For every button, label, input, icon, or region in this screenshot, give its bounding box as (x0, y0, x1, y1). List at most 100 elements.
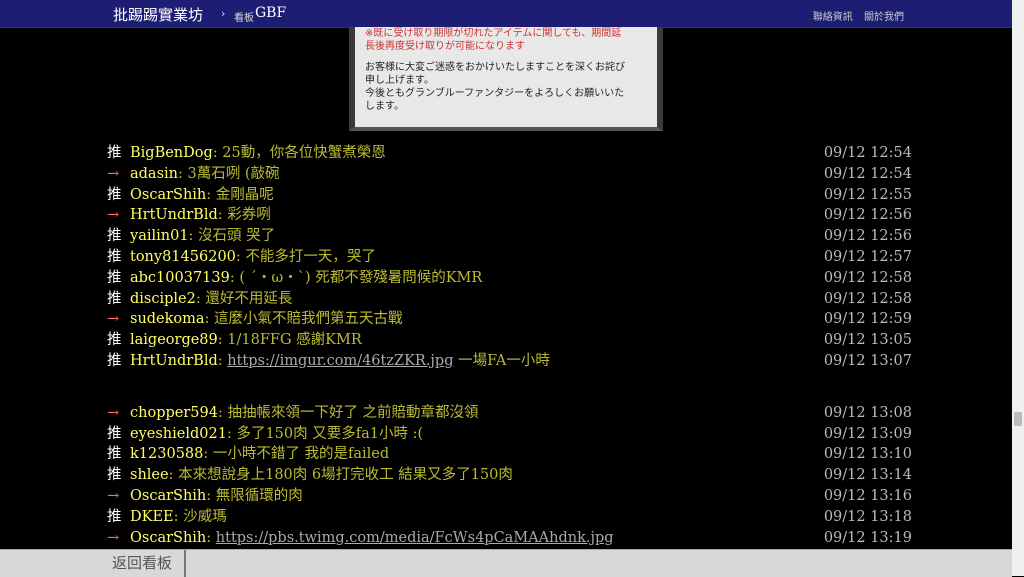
push-tag: → (107, 404, 120, 421)
push-tag: 推 (107, 290, 122, 307)
push-row: → chopper594: 抽抽帳來領一下好了 之前賠動章都沒領 09/12 13:… (107, 403, 912, 424)
push-time: 09/12 13:07 (823, 352, 912, 369)
push-tag: 推 (107, 145, 122, 161)
push-content: : ( ˊ・ω・ˋ) 死都不發殘暑問候的KMR (230, 270, 482, 286)
push-user: OscarShih (130, 186, 207, 203)
push-user: BigBenDog (130, 145, 213, 161)
push-link[interactable]: https://imgur.com/46tzZKR.jpg (227, 353, 453, 369)
push-content-text: : 金剛晶呢 (206, 186, 274, 203)
push-content-text: : 多了150肉 又要多fa1小時 :( (226, 425, 424, 442)
push-content: : 這麼小氣不賠我們第五天古戰 (205, 311, 403, 327)
top-bar: 批踢踢實業坊 › 看板 GBF 聯絡資訊 關於我們 (0, 0, 1012, 28)
push-row: 推 OscarShih: 金剛晶呢 09/12 12:55 (107, 185, 912, 206)
push-row: 推 laigeorge89: 1/18FFG 感謝KMR 09/12 13:05 (107, 330, 912, 351)
notice-line: ※既に受け取り期限が切れたアイテムに関しても、期間延 (365, 28, 622, 39)
push-time: 09/12 12:57 (823, 248, 912, 265)
push-content-text: : (206, 529, 216, 546)
push-content: : 3萬石咧 (敲碗 (178, 166, 280, 182)
push-time: 09/12 13:16 (823, 487, 912, 504)
push-time: 09/12 13:10 (823, 446, 912, 463)
push-content-text: : 抽抽帳來領一下好了 之前賠動章都沒領 (217, 404, 479, 421)
push-user: laigeorge89 (130, 332, 218, 349)
board-label: 看板 (234, 13, 254, 24)
push-time: 09/12 13:09 (823, 425, 912, 442)
push-time: 09/12 12:59 (823, 311, 912, 328)
push-row: 推 tony81456200: 不能多打一天，哭了 09/12 12:57 (107, 247, 912, 268)
push-user: disciple2 (130, 290, 196, 307)
notice-line: 長後再度受け取りが可能になります (365, 41, 525, 52)
push-row: 推 BigBenDog: 25動，你各位快蟹煮榮恩 09/12 12:54 (107, 143, 912, 164)
push-content-text: : (217, 352, 228, 369)
push-tag: 推 (107, 446, 122, 463)
push-tag: → (107, 487, 120, 504)
push-time: 09/12 12:54 (823, 165, 912, 182)
push-tag: 推 (107, 228, 122, 245)
push-user: tony81456200 (130, 248, 236, 265)
push-list: 推 BigBenDog: 25動，你各位快蟹煮榮恩 09/12 12:54 → adas… (107, 143, 912, 548)
push-tag: 推 (107, 467, 122, 484)
push-time: 09/12 13:18 (823, 508, 912, 525)
bottom-bar: 返回看板 (0, 549, 1012, 577)
push-time: 09/12 13:19 (823, 529, 912, 546)
push-group: → chopper594: 抽抽帳來領一下好了 之前賠動章都沒領 09/12 13:… (107, 403, 912, 549)
about-link[interactable]: 關於我們 (864, 12, 904, 23)
push-time: 09/12 13:05 (823, 332, 912, 349)
push-time: 09/12 12:56 (823, 228, 912, 245)
notice-line: します。 (365, 101, 404, 112)
push-tag: → (107, 311, 120, 328)
scroll-thumb[interactable] (1014, 412, 1022, 426)
push-content: : 25動，你各位快蟹煮榮恩 (213, 145, 386, 161)
notice-line: 今後ともグランブルーファンタジーをよろしくお願いいた (365, 88, 625, 99)
board-name-link[interactable]: GBF (255, 5, 286, 21)
push-content: : 還好不用延長 (196, 291, 293, 307)
back-to-board-button[interactable]: 返回看板 (100, 550, 186, 577)
push-content: : 沒石頭 哭了 (189, 228, 276, 244)
push-group: 推 BigBenDog: 25動，你各位快蟹煮榮恩 09/12 12:54 → adas… (107, 143, 912, 372)
push-time: 09/12 12:55 (823, 186, 912, 203)
push-row: 推 shlee: 本來想說身上180肉 6場打完收工 結果又多了150肉 09/12… (107, 465, 912, 486)
push-user: DKEE (130, 508, 174, 525)
push-content-text: : 無限循環的肉 (206, 487, 303, 504)
push-content-text: : 彩券咧 (217, 207, 271, 224)
push-row: → adasin: 3萬石咧 (敲碗 09/12 12:54 (107, 164, 912, 185)
push-content-text: : 沙威瑪 (173, 508, 227, 525)
push-content: : 抽抽帳來領一下好了 之前賠動章都沒領 (218, 405, 479, 421)
notice-line: 申し上げます。 (365, 75, 434, 86)
push-tag: 推 (107, 332, 122, 349)
push-tag: 推 (107, 508, 122, 525)
push-tag: 推 (107, 248, 122, 265)
push-content: : 不能多打一天，哭了 (236, 249, 376, 265)
push-time: 09/12 13:14 (823, 467, 912, 484)
push-content: : https://imgur.com/46tzZKR.jpg 一場FA一小時 (218, 353, 550, 369)
site-title-link[interactable]: 批踢踢實業坊 (113, 4, 203, 25)
push-tag: 推 (107, 186, 122, 203)
push-content-text: : 這麼小氣不賠我們第五天古戰 (204, 311, 403, 328)
push-content: : 無限循環的肉 (206, 488, 303, 504)
push-content: : 1/18FFG 感謝KMR (218, 332, 362, 348)
push-content-text: : 不能多打一天，哭了 (235, 248, 376, 265)
push-user: abc10037139 (130, 269, 230, 286)
push-row: → sudekoma: 這麼小氣不賠我們第五天古戰 09/12 12:59 (107, 309, 912, 330)
push-user: k1230588 (130, 446, 204, 463)
push-content-text: : 本來想說身上180肉 6場打完收工 結果又多了150肉 (168, 467, 513, 484)
push-user: sudekoma (130, 311, 205, 328)
push-row: 推 eyeshield021: 多了150肉 又要多fa1小時 :(09/12 1… (107, 424, 912, 445)
push-row: 推 disciple2: 還好不用延長 09/12 12:58 (107, 289, 912, 310)
push-time: 09/12 13:08 (823, 404, 912, 421)
push-user: yailin01 (130, 228, 189, 245)
push-user: OscarShih (130, 529, 207, 546)
push-content: : 金剛晶呢 (206, 187, 274, 203)
nav-links: 聯絡資訊 關於我們 (805, 8, 904, 23)
push-row: 推 HrtUndrBld: https://imgur.com/46tzZKR.j… (107, 351, 912, 372)
push-content: : https://pbs.twimg.com/media/FcWs4pCaMA… (206, 530, 613, 546)
push-link[interactable]: https://pbs.twimg.com/media/FcWs4pCaMAAh… (216, 530, 614, 546)
push-user: HrtUndrBld (130, 207, 218, 224)
contact-link[interactable]: 聯絡資訊 (813, 12, 853, 23)
push-time: 09/12 12:56 (823, 207, 912, 224)
push-content: : 一小時不錯了 我的是failed (203, 446, 389, 462)
push-user: OscarShih (130, 487, 207, 504)
push-content-text: : ( ˊ・ω・ˋ) 死都不發殘暑問候的KMR (229, 269, 483, 286)
push-user: shlee (130, 467, 169, 484)
scrollbar[interactable] (1012, 0, 1024, 576)
push-user: chopper594 (130, 404, 218, 421)
